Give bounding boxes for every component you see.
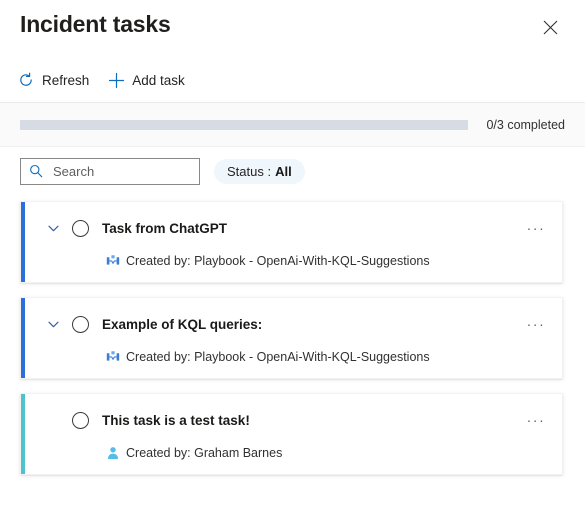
panel-header: Incident tasks bbox=[0, 0, 585, 58]
task-title: Example of KQL queries: bbox=[102, 316, 263, 332]
refresh-label: Refresh bbox=[42, 72, 90, 88]
playbook-icon bbox=[105, 253, 120, 268]
add-task-button[interactable]: Add task bbox=[98, 63, 194, 97]
search-box[interactable] bbox=[20, 157, 231, 185]
task-created-by: Created by: Graham Barnes bbox=[126, 445, 283, 460]
task-title: Task from ChatGPT bbox=[102, 220, 228, 236]
task-created-by: Created by: Playbook - OpenAi-With-KQL-S… bbox=[126, 349, 430, 364]
status-filter-label: Status : bbox=[227, 163, 272, 179]
status-filter-pill[interactable]: Status : All bbox=[214, 158, 305, 184]
plus-icon bbox=[107, 71, 125, 89]
task-more-options-button[interactable]: ··· bbox=[524, 218, 548, 238]
search-icon bbox=[28, 164, 43, 179]
task-accent-bar bbox=[21, 202, 25, 282]
refresh-icon bbox=[17, 71, 35, 89]
task-complete-toggle[interactable] bbox=[72, 219, 89, 237]
task-header-row: This task is a test task! ··· bbox=[21, 408, 562, 432]
task-list: Task from ChatGPT ··· Created by: Playbo… bbox=[0, 195, 585, 475]
task-meta-row: Created by: Graham Barnes bbox=[21, 445, 562, 460]
task-complete-toggle[interactable] bbox=[72, 315, 89, 333]
chevron-down-icon[interactable] bbox=[43, 218, 63, 238]
progress-strip: 0/3 completed bbox=[0, 103, 585, 147]
progress-bar bbox=[20, 119, 469, 130]
refresh-button[interactable]: Refresh bbox=[8, 63, 98, 97]
close-icon bbox=[543, 20, 558, 35]
add-task-label: Add task bbox=[132, 72, 185, 88]
task-card[interactable]: This task is a test task! ··· Created by… bbox=[20, 393, 563, 475]
close-button[interactable] bbox=[537, 14, 563, 40]
task-accent-bar bbox=[21, 298, 25, 378]
task-card[interactable]: Task from ChatGPT ··· Created by: Playbo… bbox=[20, 201, 563, 283]
status-filter-value: All bbox=[275, 163, 292, 179]
task-title: This task is a test task! bbox=[102, 412, 250, 428]
filter-row: Status : All bbox=[0, 147, 585, 195]
task-complete-toggle[interactable] bbox=[72, 411, 89, 429]
progress-label: 0/3 completed bbox=[486, 117, 565, 132]
page-title: Incident tasks bbox=[20, 11, 171, 37]
search-input[interactable] bbox=[51, 158, 231, 184]
task-accent-bar bbox=[21, 394, 25, 474]
task-created-by: Created by: Playbook - OpenAi-With-KQL-S… bbox=[126, 253, 430, 268]
chevron-placeholder bbox=[43, 410, 63, 430]
task-header-row: Example of KQL queries: ··· bbox=[21, 312, 562, 336]
chevron-down-icon[interactable] bbox=[43, 314, 63, 334]
playbook-icon bbox=[105, 349, 120, 364]
task-card[interactable]: Example of KQL queries: ··· Created by: … bbox=[20, 297, 563, 379]
task-more-options-button[interactable]: ··· bbox=[524, 314, 548, 334]
user-icon bbox=[105, 445, 120, 460]
task-meta-row: Created by: Playbook - OpenAi-With-KQL-S… bbox=[21, 349, 562, 364]
command-bar: Refresh Add task bbox=[0, 58, 585, 103]
task-header-row: Task from ChatGPT ··· bbox=[21, 216, 562, 240]
task-meta-row: Created by: Playbook - OpenAi-With-KQL-S… bbox=[21, 253, 562, 268]
task-more-options-button[interactable]: ··· bbox=[524, 410, 548, 430]
